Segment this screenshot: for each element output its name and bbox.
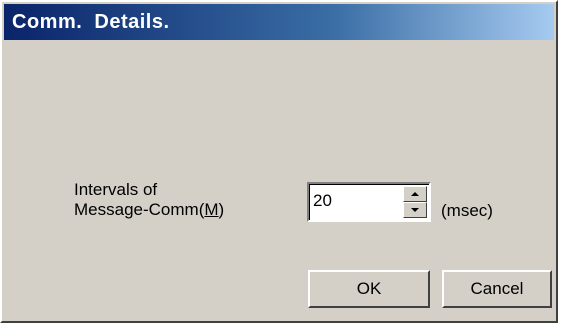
spin-up-button[interactable] [403, 186, 427, 202]
comm-details-dialog: Comm. Details. Intervals of Message-Comm… [0, 0, 558, 323]
interval-label-line1: Intervals of [74, 180, 158, 199]
interval-label-suffix: ) [218, 200, 225, 219]
arrow-down-icon [411, 208, 419, 212]
interval-input[interactable]: 20 [313, 191, 332, 211]
arrow-up-icon [411, 192, 419, 196]
interval-label: Intervals of Message-Comm(M) [74, 180, 224, 220]
interval-spinbox[interactable]: 20 [307, 182, 431, 222]
unit-label: (msec) [441, 201, 493, 220]
spin-down-button[interactable] [403, 202, 427, 218]
window-title: Comm. Details. [12, 11, 170, 33]
cancel-button[interactable]: Cancel [442, 270, 552, 308]
interval-label-line2: Message-Comm(M) [74, 200, 224, 220]
title-bar[interactable]: Comm. Details. [4, 4, 554, 40]
interval-label-prefix: Message-Comm( [74, 200, 205, 219]
interval-label-accelerator: M [204, 200, 219, 219]
ok-button[interactable]: OK [308, 270, 430, 308]
